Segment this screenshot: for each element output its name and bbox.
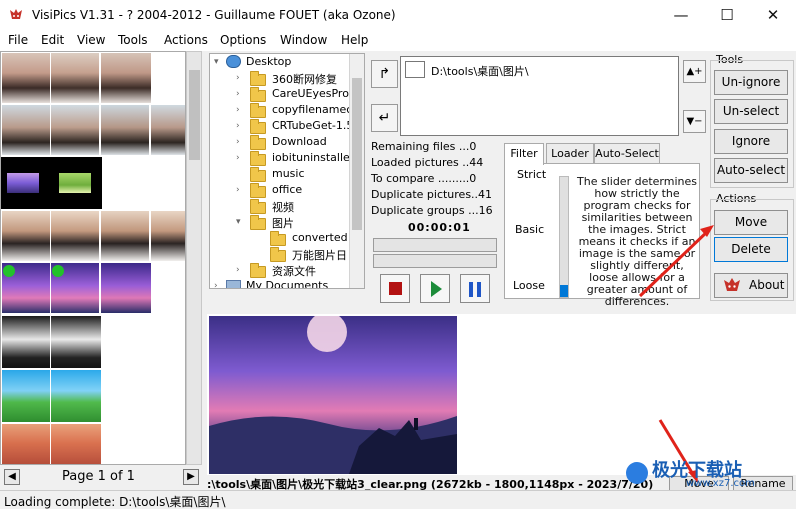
annotation-overlay <box>638 225 714 483</box>
annotation-arrow <box>638 228 711 298</box>
tab-filter[interactable]: Filter <box>504 143 544 165</box>
watermark-sub: www.xz7.com <box>686 478 755 489</box>
watermark-logo-icon <box>626 462 648 484</box>
watermark: 极光下载站 www.xz7.com <box>622 456 794 492</box>
